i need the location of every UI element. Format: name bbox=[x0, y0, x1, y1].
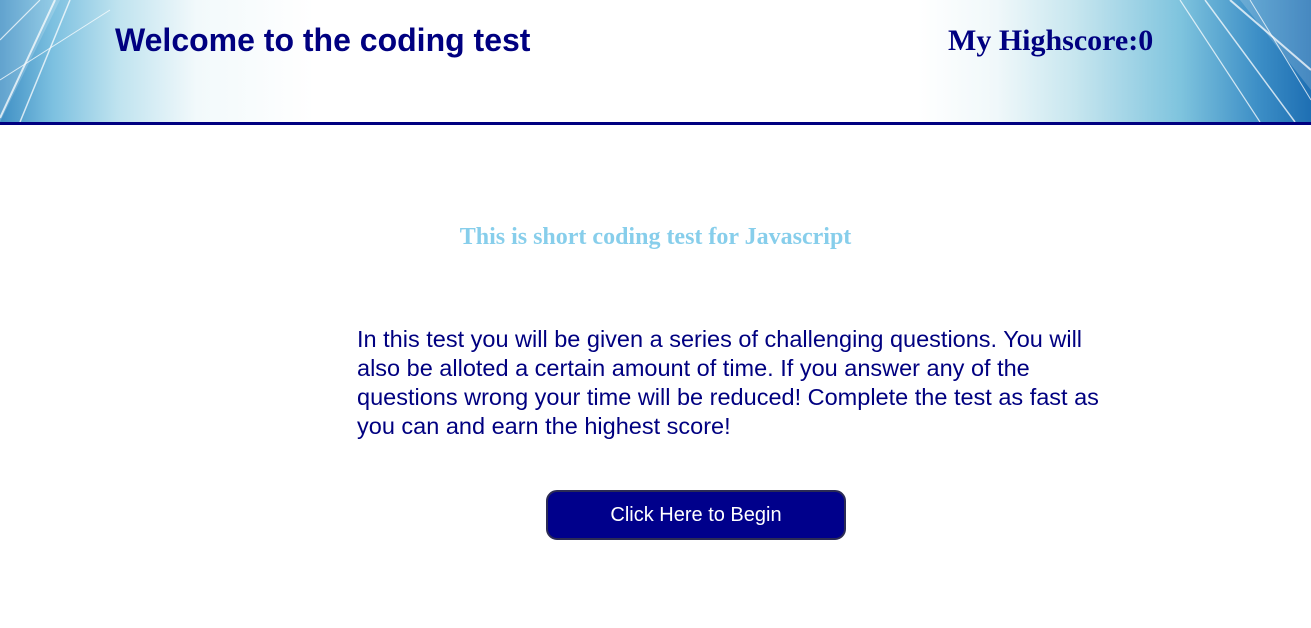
page-title: Welcome to the coding test bbox=[115, 22, 531, 58]
quiz-subtitle: This is short coding test for Javascript bbox=[459, 224, 852, 250]
instructions-text: In this test you will be given a series … bbox=[357, 326, 1099, 439]
header-banner: Welcome to the coding test My Highscore:… bbox=[0, 0, 1311, 125]
banner-graphic bbox=[0, 0, 1311, 122]
begin-button[interactable]: Click Here to Begin bbox=[546, 490, 846, 540]
highscore-link[interactable]: My Highscore:0 bbox=[948, 24, 1153, 58]
